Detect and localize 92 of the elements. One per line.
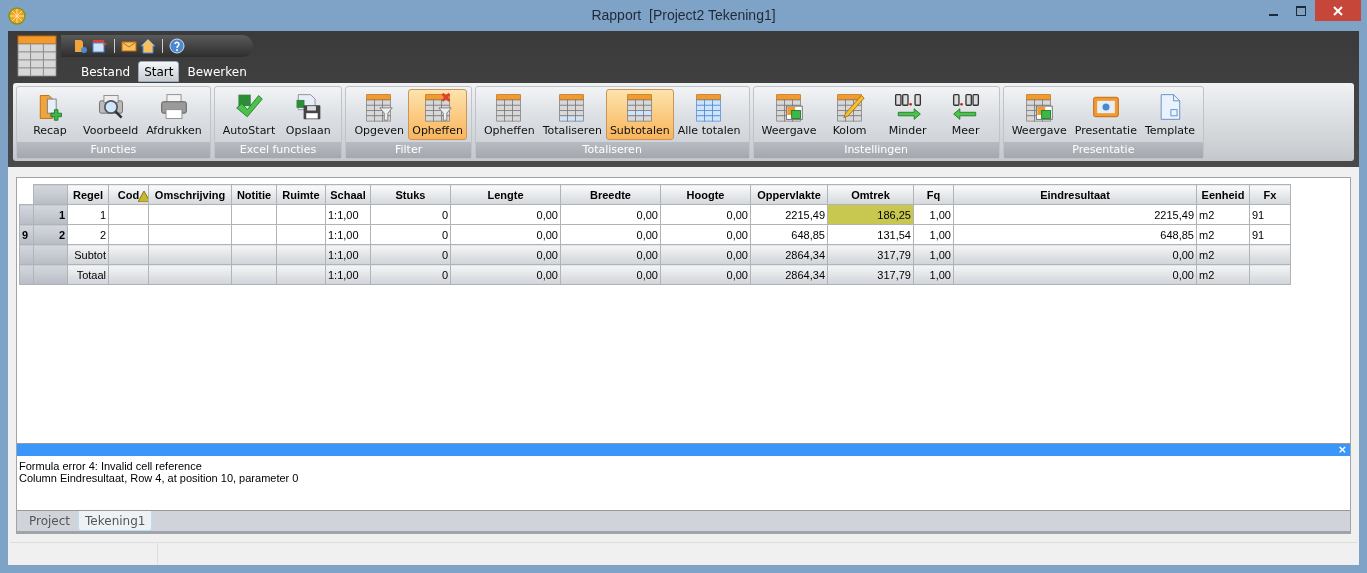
table-cell: 0 <box>370 224 451 245</box>
help-icon[interactable] <box>169 38 185 54</box>
column-header[interactable]: Hoogte <box>660 184 751 205</box>
table-cell: 1:1,00 <box>325 204 371 225</box>
maximize-icon <box>1296 5 1306 16</box>
group-label: Presentatie <box>1003 142 1204 158</box>
table-cell: 1 <box>67 204 109 225</box>
group-label: Instellingen <box>753 142 999 158</box>
ribbon-button[interactable]: Opslaan <box>279 89 338 140</box>
column-header[interactable]: Breedte <box>560 184 661 205</box>
table-cell: 0,00 <box>660 204 751 225</box>
row-marker: 9 <box>19 224 34 245</box>
row-marker <box>19 264 34 285</box>
table-cell: m2 <box>1196 224 1250 245</box>
column-header[interactable]: Fx <box>1249 184 1291 205</box>
column-header[interactable]: Omschrijving <box>148 184 232 205</box>
ribbon-button[interactable]: Opheffen <box>479 89 539 140</box>
row-marker <box>19 244 34 265</box>
column-header[interactable]: Notitie <box>231 184 277 205</box>
table-cell: 0,00 <box>450 204 561 225</box>
table-cell <box>276 204 326 225</box>
table-cell: 0,00 <box>560 204 661 225</box>
table-cell: 2215,49 <box>750 204 828 225</box>
ribbon-button[interactable]: Presentatie <box>1070 89 1141 140</box>
table-cell: 1,00 <box>913 204 954 225</box>
table-cell: 0 <box>370 204 451 225</box>
table-cell <box>108 224 149 245</box>
table-cell: m2 <box>1196 204 1250 225</box>
close-icon <box>1333 5 1343 16</box>
table-cell: 91 <box>1249 224 1291 245</box>
group-label: Functies <box>17 142 210 158</box>
minimize-icon <box>1268 13 1278 16</box>
ribbon-tab[interactable]: Bewerken <box>181 61 253 82</box>
table-cell: 0,00 <box>450 224 561 245</box>
column-header[interactable]: Fq <box>913 184 954 205</box>
ribbon-button[interactable]: Recap <box>21 89 79 140</box>
group-label: Totaliseren <box>475 142 749 158</box>
table-cell: 0,00 <box>660 224 751 245</box>
ribbon-button[interactable]: Template <box>1140 89 1200 140</box>
ribbon-button[interactable]: Kolom <box>820 89 879 140</box>
group-label: Filter <box>346 142 471 158</box>
column-header[interactable]: Eindresultaat <box>953 184 1197 205</box>
ribbon-button[interactable]: Weergave <box>757 89 821 140</box>
document-tab[interactable]: Project <box>23 511 77 531</box>
window-title: Rapport [Project2 Tekening1] <box>591 7 776 23</box>
ribbon-button[interactable]: Alle totalen <box>673 89 745 140</box>
ribbon-button[interactable]: Totaliseren <box>538 89 606 140</box>
table-cell: 0,00 <box>560 224 661 245</box>
table-cell: 648,85 <box>953 224 1197 245</box>
column-header[interactable]: Stuks <box>370 184 451 205</box>
envelope-icon[interactable] <box>121 38 137 54</box>
row-marker <box>19 204 34 225</box>
column-header[interactable]: Eenheid <box>1196 184 1250 205</box>
table-cell <box>108 204 149 225</box>
group-label: Excel functies <box>214 142 342 158</box>
table-cell <box>231 224 277 245</box>
column-header[interactable]: Schaal <box>325 184 371 205</box>
ribbon-button[interactable]: Voorbeeld <box>79 89 143 140</box>
home-icon[interactable] <box>140 38 156 54</box>
table-cell: 2 <box>67 224 109 245</box>
column-header[interactable]: Omtrek <box>827 184 914 205</box>
ribbon-button[interactable]: Opheffen <box>408 89 467 140</box>
table-cell: 131,54 <box>827 224 914 245</box>
folder-icon[interactable] <box>73 38 89 54</box>
document-tab[interactable]: Tekening1 <box>78 511 153 531</box>
column-header[interactable]: Regel <box>67 184 109 205</box>
ribbon-button[interactable]: Minder <box>878 89 937 140</box>
ribbon-tab[interactable]: Bestand <box>75 61 137 82</box>
ribbon-tab[interactable]: Start <box>138 61 180 82</box>
column-header[interactable]: Ruimte <box>276 184 326 205</box>
ribbon-button[interactable]: AutoStart <box>218 89 280 140</box>
table-cell: 91 <box>1249 204 1291 225</box>
column-header[interactable]: Oppervlakte <box>750 184 828 205</box>
app-icon <box>8 6 26 25</box>
table-icon[interactable] <box>17 35 57 77</box>
ribbon-button[interactable]: Weergave <box>1007 89 1071 140</box>
column-header[interactable]: Lengte <box>450 184 561 205</box>
table-cell <box>276 224 326 245</box>
table-cell: 1,00 <box>913 224 954 245</box>
error-message: Column Eindresultaat, Row 4, at position 10, parameter 0 <box>19 472 300 484</box>
ribbon-button[interactable]: Meer <box>936 89 995 140</box>
table-cell: 648,85 <box>750 224 828 245</box>
table-cell <box>231 204 277 225</box>
table-cell: 2215,49 <box>953 204 1197 225</box>
ribbon-button[interactable]: Afdrukken <box>142 89 206 140</box>
ribbon-button[interactable]: Subtotalen <box>605 89 674 140</box>
column-header[interactable]: Cod <box>108 184 149 205</box>
table-icon[interactable] <box>92 38 108 54</box>
ribbon-button[interactable]: Opgeven <box>350 89 409 140</box>
close-button[interactable] <box>1315 0 1361 21</box>
error-message: Formula error 4: Invalid cell reference <box>19 460 203 472</box>
table-cell: 1:1,00 <box>325 224 371 245</box>
